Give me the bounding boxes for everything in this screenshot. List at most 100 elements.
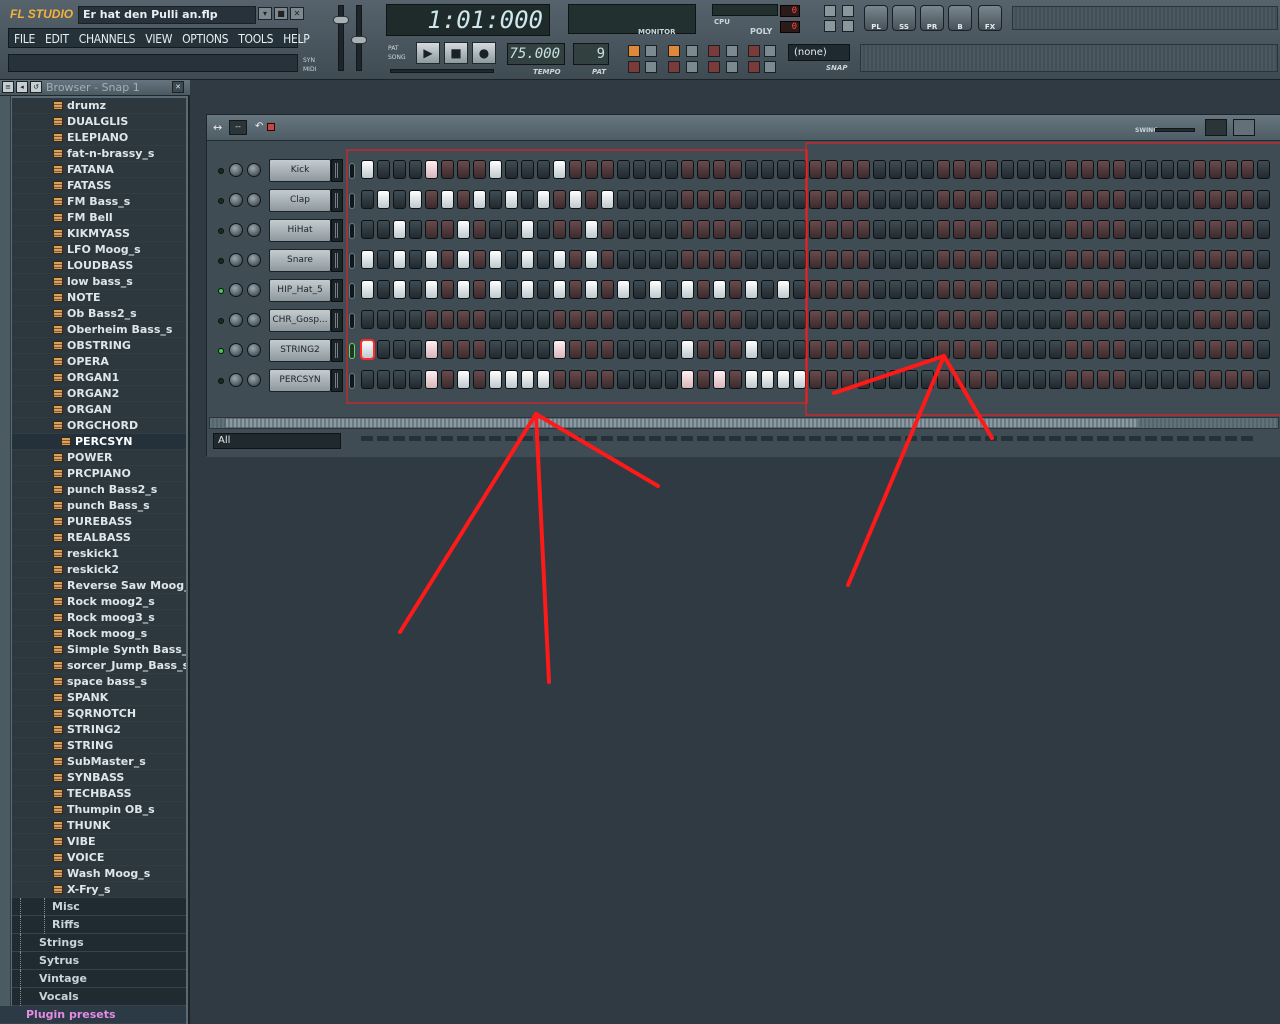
step-button[interactable] bbox=[601, 370, 614, 389]
step-button[interactable] bbox=[569, 370, 582, 389]
step-button[interactable] bbox=[921, 220, 934, 239]
channel-mixer-track-selector[interactable] bbox=[331, 189, 343, 212]
step-button[interactable] bbox=[985, 370, 998, 389]
channel-mute-led[interactable] bbox=[218, 348, 224, 354]
step-button[interactable] bbox=[1097, 370, 1110, 389]
step-button[interactable] bbox=[569, 220, 582, 239]
step-button[interactable] bbox=[521, 280, 534, 299]
step-button[interactable] bbox=[1113, 160, 1126, 179]
step-button[interactable] bbox=[873, 220, 886, 239]
step-button[interactable] bbox=[441, 340, 454, 359]
step-button[interactable] bbox=[521, 310, 534, 329]
step-button[interactable] bbox=[1033, 220, 1046, 239]
playlist-window-icon[interactable]: PL bbox=[864, 5, 888, 31]
step-button[interactable] bbox=[809, 370, 822, 389]
master-pitch-slider[interactable] bbox=[351, 5, 367, 71]
step-button[interactable] bbox=[1113, 220, 1126, 239]
channel-mixer-track-selector[interactable] bbox=[331, 249, 343, 272]
step-button[interactable] bbox=[905, 160, 918, 179]
step-button[interactable] bbox=[777, 340, 790, 359]
browser-file-item[interactable]: X-Fry_s bbox=[12, 882, 186, 898]
step-button[interactable] bbox=[969, 190, 982, 209]
channel-name-button[interactable]: Snare bbox=[269, 249, 331, 272]
step-button[interactable] bbox=[393, 190, 406, 209]
step-button[interactable] bbox=[921, 280, 934, 299]
channel-name-button[interactable]: STRING2 bbox=[269, 339, 331, 362]
step-button[interactable] bbox=[1113, 340, 1126, 359]
channel-pan-knob[interactable] bbox=[229, 163, 243, 177]
step-button[interactable] bbox=[825, 310, 838, 329]
channel-mute-led[interactable] bbox=[218, 318, 224, 324]
step-button[interactable] bbox=[825, 280, 838, 299]
step-button[interactable] bbox=[1177, 250, 1190, 269]
step-button[interactable] bbox=[377, 250, 390, 269]
channel-volume-knob[interactable] bbox=[247, 253, 261, 267]
step-button[interactable] bbox=[953, 310, 966, 329]
step-button[interactable] bbox=[393, 310, 406, 329]
step-button[interactable] bbox=[889, 220, 902, 239]
step-button[interactable] bbox=[505, 190, 518, 209]
step-button[interactable] bbox=[505, 220, 518, 239]
step-button[interactable] bbox=[617, 160, 630, 179]
step-button[interactable] bbox=[969, 340, 982, 359]
step-button[interactable] bbox=[1209, 280, 1222, 299]
step-button[interactable] bbox=[1257, 280, 1270, 299]
channel-mute-led[interactable] bbox=[218, 378, 224, 384]
resize-arrows-icon[interactable]: ↔ bbox=[213, 121, 222, 134]
step-button[interactable] bbox=[1257, 160, 1270, 179]
step-button[interactable] bbox=[953, 340, 966, 359]
step-button[interactable] bbox=[425, 160, 438, 179]
step-button[interactable] bbox=[393, 220, 406, 239]
step-button[interactable] bbox=[1145, 310, 1158, 329]
step-button[interactable] bbox=[857, 370, 870, 389]
step-button[interactable] bbox=[649, 220, 662, 239]
step-button[interactable] bbox=[649, 310, 662, 329]
step-button[interactable] bbox=[1177, 160, 1190, 179]
step-button[interactable] bbox=[745, 190, 758, 209]
tool-icon[interactable] bbox=[645, 61, 657, 73]
step-button[interactable] bbox=[905, 190, 918, 209]
step-button[interactable] bbox=[697, 160, 710, 179]
step-button[interactable] bbox=[729, 250, 742, 269]
step-button[interactable] bbox=[521, 190, 534, 209]
step-button[interactable] bbox=[473, 340, 486, 359]
browser-file-item[interactable]: POWER bbox=[12, 450, 186, 466]
step-button[interactable] bbox=[809, 160, 822, 179]
step-button[interactable] bbox=[969, 250, 982, 269]
step-button[interactable] bbox=[1017, 280, 1030, 299]
channel-select-indicator[interactable] bbox=[349, 283, 355, 299]
step-button[interactable] bbox=[1209, 220, 1222, 239]
channel-mute-led[interactable] bbox=[218, 288, 224, 294]
step-button[interactable] bbox=[1209, 340, 1222, 359]
browser-file-item[interactable]: Ob Bass2_s bbox=[12, 306, 186, 322]
keyboard-icon[interactable] bbox=[686, 61, 698, 73]
channel-select-indicator[interactable] bbox=[349, 313, 355, 329]
browser-file-item[interactable]: PERCSYN bbox=[12, 434, 186, 450]
record-button[interactable]: ● bbox=[472, 42, 496, 64]
step-button[interactable] bbox=[729, 220, 742, 239]
channel-name-button[interactable]: HiHat bbox=[269, 219, 331, 242]
channel-volume-knob[interactable] bbox=[247, 223, 261, 237]
new-file-icon[interactable] bbox=[824, 20, 836, 32]
browser-file-item[interactable]: SQRNOTCH bbox=[12, 706, 186, 722]
step-button[interactable] bbox=[681, 280, 694, 299]
browser-file-item[interactable]: DUALGLIS bbox=[12, 114, 186, 130]
step-button[interactable] bbox=[761, 280, 774, 299]
step-button[interactable] bbox=[665, 310, 678, 329]
step-button[interactable] bbox=[953, 280, 966, 299]
step-button[interactable] bbox=[1081, 370, 1094, 389]
step-button[interactable] bbox=[649, 340, 662, 359]
step-button[interactable] bbox=[1001, 370, 1014, 389]
step-button[interactable] bbox=[1209, 370, 1222, 389]
step-button[interactable] bbox=[1065, 280, 1078, 299]
browser-folder-item[interactable]: Misc bbox=[12, 898, 186, 916]
channel-name-button[interactable]: Clap bbox=[269, 189, 331, 212]
browser-close-icon[interactable]: ✕ bbox=[172, 81, 184, 93]
step-button[interactable] bbox=[457, 160, 470, 179]
step-button[interactable] bbox=[1017, 310, 1030, 329]
browser-file-item[interactable]: Oberheim Bass_s bbox=[12, 322, 186, 338]
step-button[interactable] bbox=[521, 250, 534, 269]
step-button[interactable] bbox=[537, 370, 550, 389]
step-button[interactable] bbox=[953, 160, 966, 179]
step-button[interactable] bbox=[1145, 220, 1158, 239]
